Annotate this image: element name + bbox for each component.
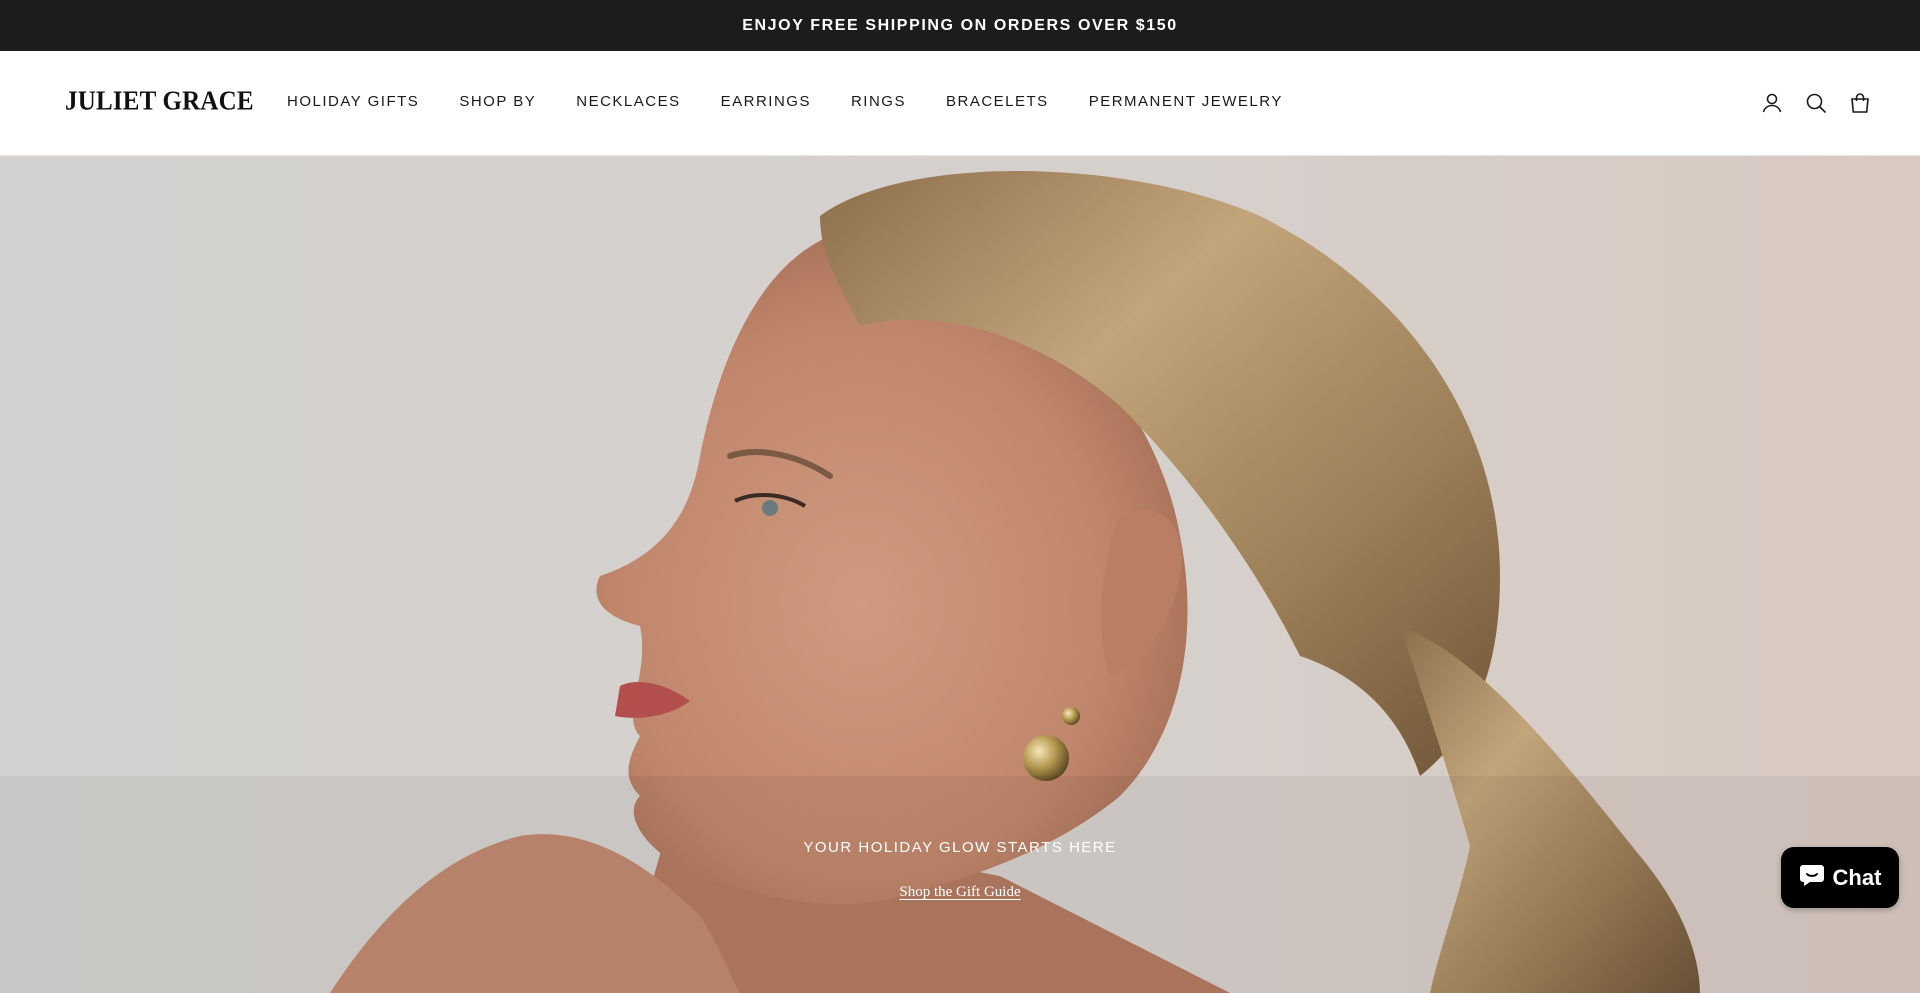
announcement-text: ENJOY FREE SHIPPING ON ORDERS OVER $150 — [742, 16, 1178, 34]
nav-shop-by[interactable]: SHOP BY — [459, 93, 536, 110]
nav-earrings[interactable]: EARRINGS — [721, 93, 811, 110]
header-actions — [1760, 91, 1872, 115]
nav-holiday-gifts[interactable]: HOLIDAY GIFTS — [287, 93, 419, 110]
hero-cta: Shop the Gift Guide — [0, 883, 1920, 901]
nav-permanent-jewelry[interactable]: PERMANENT JEWELRY — [1089, 93, 1283, 110]
main-nav: HOLIDAY GIFTS SHOP BY NECKLACES EARRINGS… — [287, 93, 1323, 110]
shop-gift-guide-link[interactable]: Shop the Gift Guide — [899, 884, 1020, 900]
hero-model-image — [0, 156, 1920, 993]
chat-bubble-icon — [1799, 863, 1825, 893]
announcement-bar: ENJOY FREE SHIPPING ON ORDERS OVER $150 — [0, 0, 1920, 51]
cart-icon[interactable] — [1848, 91, 1872, 115]
hero-tagline: YOUR HOLIDAY GLOW STARTS HERE — [803, 839, 1117, 856]
nav-bracelets[interactable]: BRACELETS — [946, 93, 1049, 110]
site-header: JULIET GRACE HOLIDAY GIFTS SHOP BY NECKL… — [0, 51, 1920, 156]
chat-label: Chat — [1832, 864, 1882, 890]
account-icon[interactable] — [1760, 91, 1784, 115]
nav-necklaces[interactable]: NECKLACES — [576, 93, 680, 110]
chat-button[interactable]: Chat — [1781, 847, 1899, 908]
hero-banner[interactable]: YOUR HOLIDAY GLOW STARTS HERE Shop the G… — [0, 156, 1920, 993]
nav-rings[interactable]: RINGS — [851, 93, 906, 110]
search-icon[interactable] — [1804, 91, 1828, 115]
logo[interactable]: JULIET GRACE — [65, 87, 254, 117]
